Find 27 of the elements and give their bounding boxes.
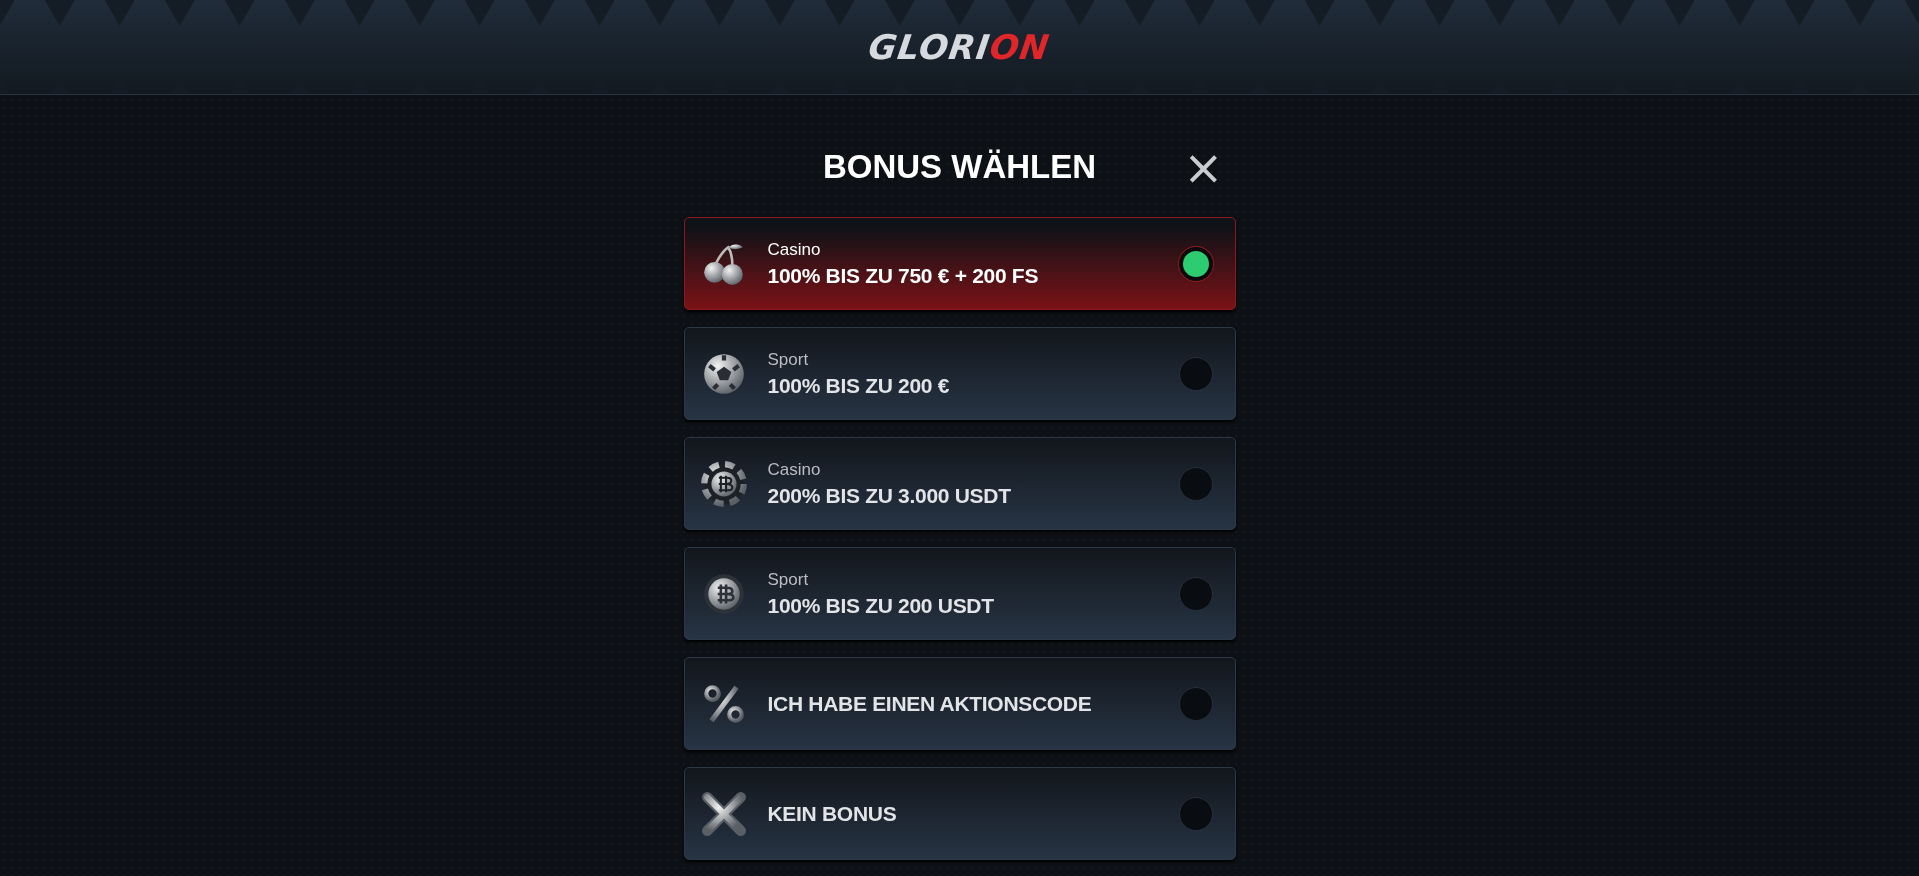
radio-button[interactable] bbox=[1178, 246, 1213, 281]
bonus-option[interactable]: Casino 100% BIS ZU 750 € + 200 FS bbox=[683, 217, 1236, 310]
dialog-title: BONUS WÄHLEN bbox=[822, 148, 1097, 186]
bonus-category: Casino bbox=[767, 459, 822, 480]
bonus-option[interactable]: Casino 200% BIS ZU 3.000 USDT bbox=[683, 437, 1236, 530]
bonus-offer: 200% BIS ZU 3.000 USDT bbox=[767, 483, 1012, 508]
radio-button[interactable] bbox=[1178, 466, 1213, 501]
bonus-category: Sport bbox=[767, 349, 810, 370]
bonus-offer: 100% BIS ZU 200 USDT bbox=[767, 593, 995, 618]
bonus-option[interactable]: KEIN BONUS bbox=[683, 767, 1236, 860]
cross-icon bbox=[700, 790, 747, 837]
bonus-offer: KEIN BONUS bbox=[767, 801, 898, 826]
radio-button[interactable] bbox=[1178, 796, 1213, 831]
logo[interactable]: GLORION bbox=[866, 27, 1053, 67]
close-button[interactable]: × bbox=[1179, 145, 1228, 189]
bonus-option[interactable]: Sport 100% BIS ZU 200 USDT bbox=[683, 547, 1236, 640]
bonus-category: Sport bbox=[767, 569, 810, 590]
bonus-option[interactable]: Sport 100% BIS ZU 200 € bbox=[683, 327, 1236, 420]
bonus-category: Casino bbox=[767, 239, 822, 260]
radio-button[interactable] bbox=[1178, 356, 1213, 391]
radio-button[interactable] bbox=[1178, 576, 1213, 611]
bonus-offer: 100% BIS ZU 200 € bbox=[767, 373, 951, 398]
bonus-offer: ICH HABE EINEN AKTIONSCODE bbox=[767, 691, 1093, 716]
radio-button[interactable] bbox=[1178, 686, 1213, 721]
chip-icon bbox=[700, 460, 747, 507]
bonus-option[interactable]: ICH HABE EINEN AKTIONSCODE bbox=[683, 657, 1236, 750]
bonus-offer: 100% BIS ZU 750 € + 200 FS bbox=[767, 263, 1040, 288]
